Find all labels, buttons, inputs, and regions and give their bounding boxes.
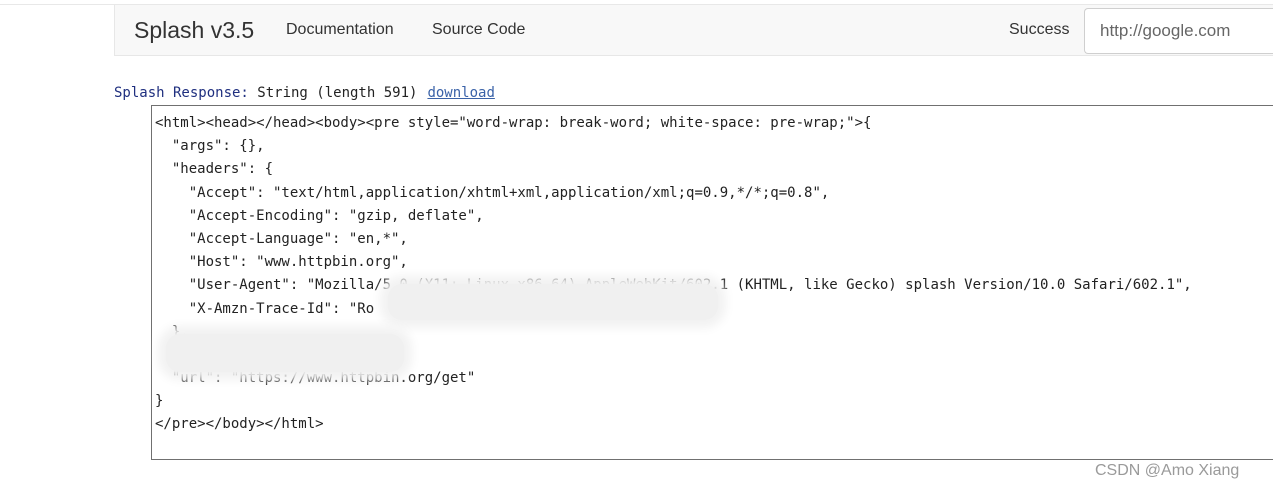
code-line: } [155,393,164,410]
response-label: Splash Response: [114,85,249,101]
code-line: "args": {}, [155,138,265,155]
code-line: </pre></body></html> [155,416,324,433]
redaction-blur [388,284,718,320]
code-line: "Accept-Language": "en,*", [155,230,408,247]
watermark: CSDN @Amo Xiang [1095,462,1240,479]
download-link[interactable]: download [427,85,494,101]
code-line: "Accept-Encoding": "gzip, deflate", [155,207,484,224]
splash-page: Splash v3.5 Documentation Source Code Su… [0,0,1273,492]
nav-source-code-link[interactable]: Source Code [432,21,525,39]
redaction-blur [166,334,404,372]
brand-title[interactable]: Splash v3.5 [134,17,254,44]
status-text: Success [1009,21,1070,38]
code-line: "Accept": "text/html,application/xhtml+x… [155,184,830,201]
response-header: Splash Response: String (length 591) down… [114,85,495,101]
url-input[interactable] [1084,8,1273,54]
response-code-box: <html><head></head><body><pre style="wor… [151,105,1273,460]
nav-documentation-link[interactable]: Documentation [286,21,394,39]
response-type-text: String (length 591) [248,85,418,101]
code-line: "Host": "www.httpbin.org", [155,254,408,271]
code-line: <html><head></head><body><pre style="wor… [155,115,872,131]
code-line: "headers": { [155,161,274,178]
navbar: Splash v3.5 Documentation Source Code Su… [114,5,1273,56]
